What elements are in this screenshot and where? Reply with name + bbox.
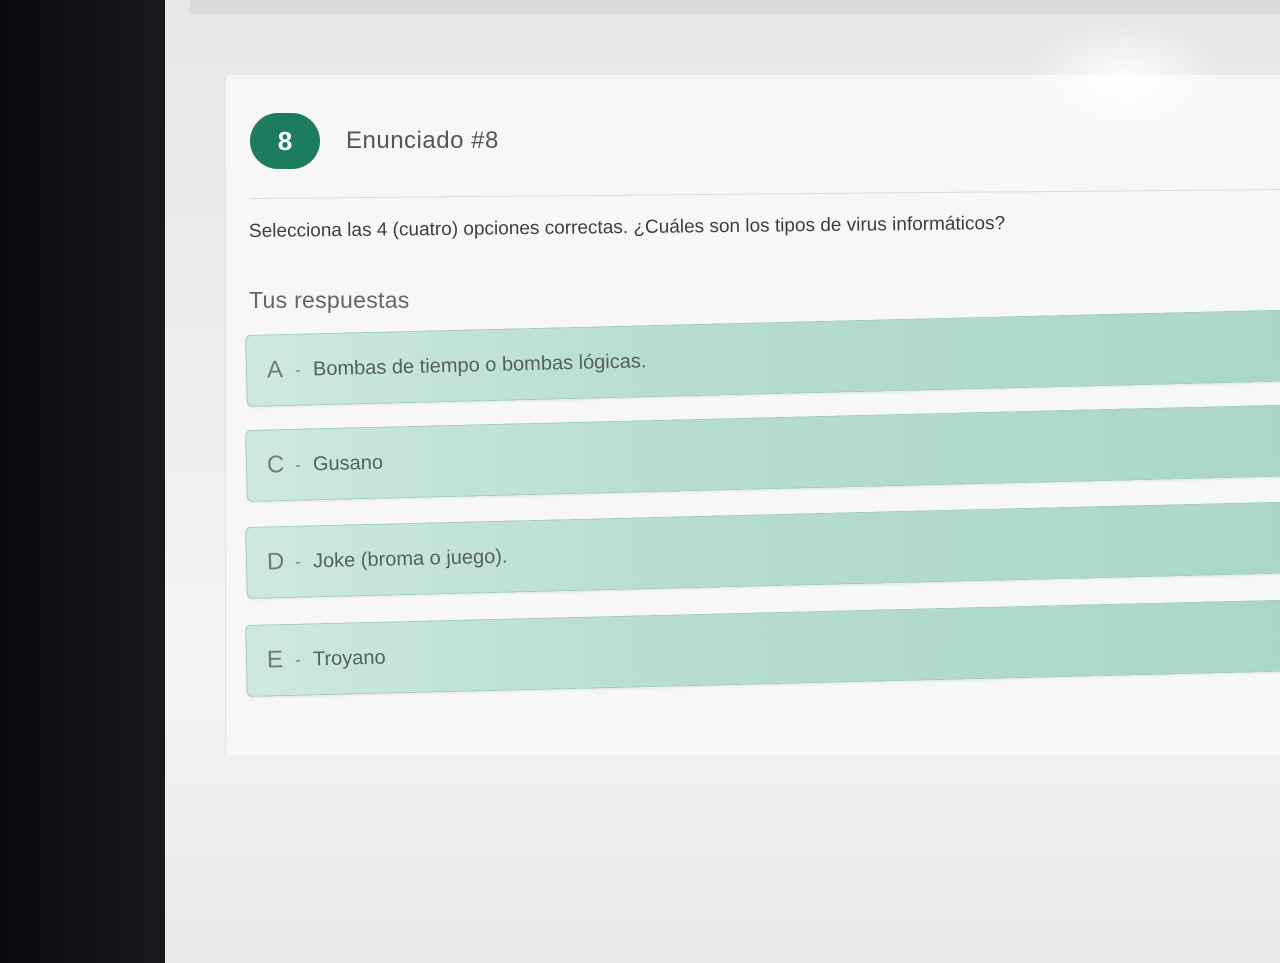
answer-text: Joke (broma o juego).: [312, 545, 508, 572]
answer-separator: -: [294, 649, 302, 670]
answer-option-a[interactable]: A - Bombas de tiempo o bombas lógicas.: [245, 308, 1280, 407]
answer-text: Gusano: [312, 451, 384, 475]
answer-letter: A: [266, 356, 284, 384]
answer-letter: D: [266, 548, 285, 576]
screen: 8 Enunciado #8 Selecciona las 4 (cuatro)…: [165, 0, 1280, 963]
answer-separator: -: [294, 359, 302, 380]
answer-option-e[interactable]: E - Troyano: [245, 598, 1280, 697]
header-divider: [249, 188, 1280, 199]
answer-separator: -: [294, 551, 302, 572]
answer-option-d[interactable]: D - Joke (broma o juego).: [245, 500, 1280, 599]
answer-text: Troyano: [312, 646, 386, 670]
question-number-badge: 8: [250, 113, 320, 169]
answer-letter: C: [266, 451, 285, 479]
answer-text: Bombas de tiempo o bombas lógicas.: [312, 349, 647, 380]
monitor-bezel: [0, 0, 190, 963]
question-title: Enunciado #8: [346, 127, 499, 154]
answers-heading: Tus respuestas: [249, 287, 410, 313]
question-prompt: Selecciona las 4 (cuatro) opciones corre…: [248, 213, 1006, 242]
question-card: 8 Enunciado #8 Selecciona las 4 (cuatro)…: [225, 75, 1280, 755]
screen-glare: [1025, 20, 1225, 140]
answer-option-c[interactable]: C - Gusano: [245, 403, 1280, 502]
question-header: 8 Enunciado #8: [250, 113, 499, 169]
answer-separator: -: [294, 454, 302, 475]
answer-letter: E: [266, 646, 284, 674]
browser-top-edge: [190, 0, 1280, 14]
